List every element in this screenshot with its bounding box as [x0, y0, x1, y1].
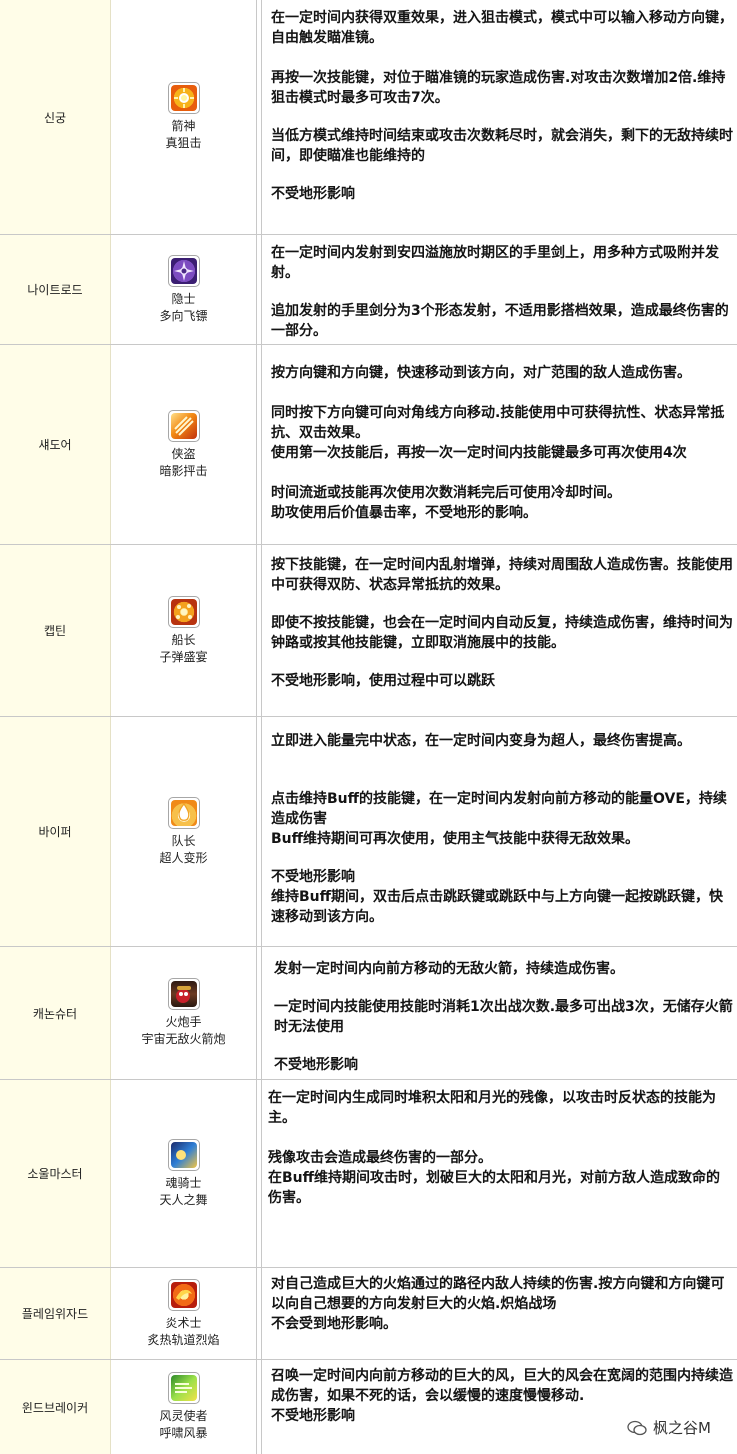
- shadow-strike-icon: [167, 409, 200, 442]
- table-row: 캐논슈터 火炮手 宇宙无敌火箭炮 发射一定时间内向前方移动的无敌火箭，持续造成伤…: [0, 947, 737, 1080]
- skill-class: 魂骑士: [165, 1175, 202, 1190]
- table-row: 캡틴 船长 子弹盛宴 按下技能键，在一定时间内乱射增弹，持续对周围敌人造成伤害。…: [0, 545, 737, 717]
- description-cell: 在一定时间内获得双重效果，进入狙击模式，模式中可以输入移动方向键，自由触发瞄准镜…: [261, 0, 737, 234]
- description-text: 按下技能键，在一定时间内乱射增弹，持续对周围敌人造成伤害。技能使用中可获得双防、…: [271, 557, 733, 593]
- description-text: 在一定时间内生成同时堆积太阳和月光的残像，以攻击时反状态的技能为主。: [268, 1090, 716, 1126]
- description-text: 一定时间内技能使用技能时消耗1次出战次数.最多可出战3次，无储存火箭时无法使用: [274, 999, 733, 1035]
- skill-class: 队长: [171, 833, 196, 848]
- skill-cell: 炎术士 炙热轨道烈焰: [111, 1268, 257, 1359]
- skill-cell: 隐士 多向飞镖: [111, 235, 257, 344]
- flame-fist-icon: [167, 796, 200, 829]
- description-cell: 召唤一定时间内向前方移动的巨大的风，巨大的风会在宽阔的范围内持续造成伤害，如果不…: [261, 1360, 737, 1454]
- table-row: 나이트로드 隐士 多向飞镖 在一定时间内发射到安四溢施放时期区的手里剑上，用多种…: [0, 235, 737, 345]
- description-text: 召唤一定时间内向前方移动的巨大的风，巨大的风会在宽阔的范围内持续造成伤害，如果不…: [271, 1368, 733, 1404]
- watermark-text: 枫之谷M: [653, 1419, 711, 1437]
- description-text: 再按一次技能键，对位于瞄准镜的玩家造成伤害.对攻击次数增加2倍.维持狙击模式时最…: [271, 70, 726, 106]
- description-text: 助攻使用后价值暴击率，不受地形的影响。: [271, 505, 537, 521]
- skill-name: 宇宙无敌火箭炮: [141, 1032, 226, 1046]
- skill-name: 呼啸风暴: [159, 1426, 208, 1440]
- description-cell: 按方向键和方向键，快速移动到该方向，对广范围的敌人造成伤害。 同时按下方向键可向…: [261, 345, 737, 544]
- wind-storm-icon: [167, 1372, 200, 1404]
- skill-name: 炙热轨道烈焰: [147, 1332, 220, 1347]
- job-name: 플레임위자드: [0, 1268, 111, 1359]
- watermark: 枫之谷M: [627, 1417, 711, 1438]
- skill-class: 隐士: [171, 291, 196, 306]
- description-text: 当低方模式维持时间结束或攻击次数耗尽时，就会消失，剩下的无敌持续时间，即使瞄准也…: [271, 128, 733, 164]
- table-row: 바이퍼 队长 超人变形 立即进入能量完中状态，在一定时间内变身为超人，最终伤害提…: [0, 717, 737, 947]
- description-text: 不受地形影响: [271, 869, 355, 885]
- description-text: 点击维持Buff的技能键，在一定时间内发射向前方移动的能量OVE，持续造成伤害: [271, 791, 727, 827]
- skill-class: 火炮手: [165, 1015, 202, 1029]
- skill-class: 船长: [171, 632, 196, 647]
- job-name: 윈드브레이커: [0, 1360, 111, 1454]
- description-text: 不受地形影响，使用过程中可以跳跃: [271, 673, 495, 689]
- table-row: 윈드브레이커 风灵使者 呼啸风暴 召唤一定时间内向前方移动的巨大的风，巨大的风会…: [0, 1360, 737, 1454]
- cannon-icon: [167, 978, 200, 1010]
- job-name: 섀도어: [0, 345, 111, 544]
- description-text: 在一定时间内获得双重效果，进入狙击模式，模式中可以输入移动方向键，自由触发瞄准镜…: [271, 10, 733, 46]
- description-text: 立即进入能量完中状态，在一定时间内变身为超人，最终伤害提高。: [271, 733, 691, 749]
- description-cell: 对自己造成巨大的火焰通过的路径内敌人持续的伤害.按方向键和方向键可以向自己想要的…: [261, 1268, 737, 1359]
- skill-class: 炎术士: [165, 1315, 202, 1330]
- skill-table: 신궁 箭神 真狙击 在一定时间内获得双重效果，进入狙击模式，模式中可以输入移动方…: [0, 0, 737, 1454]
- wechat-logo-icon: [627, 1420, 647, 1435]
- skill-class: 箭神: [171, 119, 196, 133]
- job-name: 나이트로드: [0, 235, 111, 344]
- job-name: 캐논슈터: [0, 947, 111, 1079]
- skill-class: 侠盗: [171, 446, 196, 461]
- skill-cell: 队长 超人变形: [111, 717, 257, 946]
- skill-cell: 风灵使者 呼啸风暴: [111, 1360, 257, 1454]
- job-name: 캡틴: [0, 545, 111, 716]
- skill-name: 子弹盛宴: [159, 649, 208, 664]
- skill-name: 真狙击: [165, 136, 202, 150]
- description-cell: 立即进入能量完中状态，在一定时间内变身为超人，最终伤害提高。 点击维持Buff的…: [261, 717, 737, 946]
- description-text: 按方向键和方向键，快速移动到该方向，对广范围的敌人造成伤害。: [271, 365, 691, 381]
- job-name: 바이퍼: [0, 717, 111, 946]
- sun-moon-icon: [167, 1138, 200, 1171]
- skill-cell: 火炮手 宇宙无敌火箭炮: [111, 947, 257, 1079]
- description-text: 时间流逝或技能再次使用次数消耗完后可使用冷却时间。: [271, 485, 621, 501]
- skill-name: 多向飞镖: [159, 308, 208, 323]
- skill-cell: 箭神 真狙击: [111, 0, 257, 234]
- description-cell: 按下技能键，在一定时间内乱射增弹，持续对周围敌人造成伤害。技能使用中可获得双防、…: [261, 545, 737, 716]
- description-text: Buff维持期间可再次使用，使用主气技能中获得无敌效果。: [271, 831, 639, 847]
- description-text: 在Buff维持期间攻击时，划破巨大的太阳和月光，对前方敌人造成致命的伤害。: [268, 1170, 720, 1206]
- description-text: 使用第一次技能后，再按一次一定时间内技能键最多可再次使用4次: [271, 445, 687, 461]
- description-text: 同时按下方向键可向对角线方向移动.技能使用中可获得抗性、状态异常抵抗、双击效果。: [271, 405, 725, 441]
- description-text: 残像攻击会造成最终伤害的一部分。: [268, 1150, 492, 1166]
- table-row: 섀도어 侠盗 暗影抨击 按方向键和方向键，快速移动到该方向，对广范围的敌人造成伤…: [0, 345, 737, 545]
- table-row: 신궁 箭神 真狙击 在一定时间内获得双重效果，进入狙击模式，模式中可以输入移动方…: [0, 0, 737, 235]
- skill-name: 暗影抨击: [159, 463, 208, 478]
- table-row: 소울마스터 魂骑士 天人之舞 在一定时间内生成同时堆积太阳和月光的残像，以攻击时…: [0, 1080, 737, 1268]
- description-cell: 在一定时间内生成同时堆积太阳和月光的残像，以攻击时反状态的技能为主。 残像攻击会…: [261, 1080, 737, 1267]
- skill-cell: 船长 子弹盛宴: [111, 545, 257, 716]
- skill-cell: 侠盗 暗影抨击: [111, 345, 257, 544]
- description-text: 不受地形影响: [274, 1057, 358, 1073]
- description-text: 不受地形影响: [271, 186, 355, 202]
- description-cell: 发射一定时间内向前方移动的无敌火箭，持续造成伤害。 一定时间内技能使用技能时消耗…: [261, 947, 737, 1079]
- bullet-burst-icon: [167, 595, 200, 628]
- sun-emblem-icon: [167, 82, 200, 114]
- skill-name: 超人变形: [159, 850, 208, 865]
- fire-orbit-icon: [167, 1278, 200, 1311]
- job-name: 소울마스터: [0, 1080, 111, 1267]
- job-name: 신궁: [0, 0, 111, 234]
- description-text: 即使不按技能键，也会在一定时间内自动反复，持续造成伤害，维持时间为钟路或按其他技…: [271, 615, 733, 651]
- description-text: 追加发射的手里剑分为3个形态发射，不适用影搭档效果，造成最终伤害的一部分。: [271, 303, 729, 339]
- skill-cell: 魂骑士 天人之舞: [111, 1080, 257, 1267]
- table-row: 플레임위자드 炎术士 炙热轨道烈焰 对自己造成巨大的火焰通过的路径内敌人持续的伤…: [0, 1268, 737, 1360]
- description-text: 维持Buff期间，双击后点击跳跃键或跳跃中与上方向键一起按跳跃键，快速移动到该方…: [271, 889, 723, 925]
- description-text: 不会受到地形影响。: [271, 1316, 397, 1332]
- description-text: 对自己造成巨大的火焰通过的路径内敌人持续的伤害.按方向键和方向键可以向自己想要的…: [271, 1276, 725, 1312]
- description-text: 在一定时间内发射到安四溢施放时期区的手里剑上，用多种方式吸附并发射。: [271, 245, 719, 281]
- description-cell: 在一定时间内发射到安四溢施放时期区的手里剑上，用多种方式吸附并发射。 追加发射的…: [261, 235, 737, 344]
- description-text: 发射一定时间内向前方移动的无敌火箭，持续造成伤害。: [274, 961, 624, 977]
- skill-class: 风灵使者: [159, 1409, 208, 1423]
- skill-name: 天人之舞: [159, 1192, 208, 1207]
- shuriken-icon: [167, 254, 200, 287]
